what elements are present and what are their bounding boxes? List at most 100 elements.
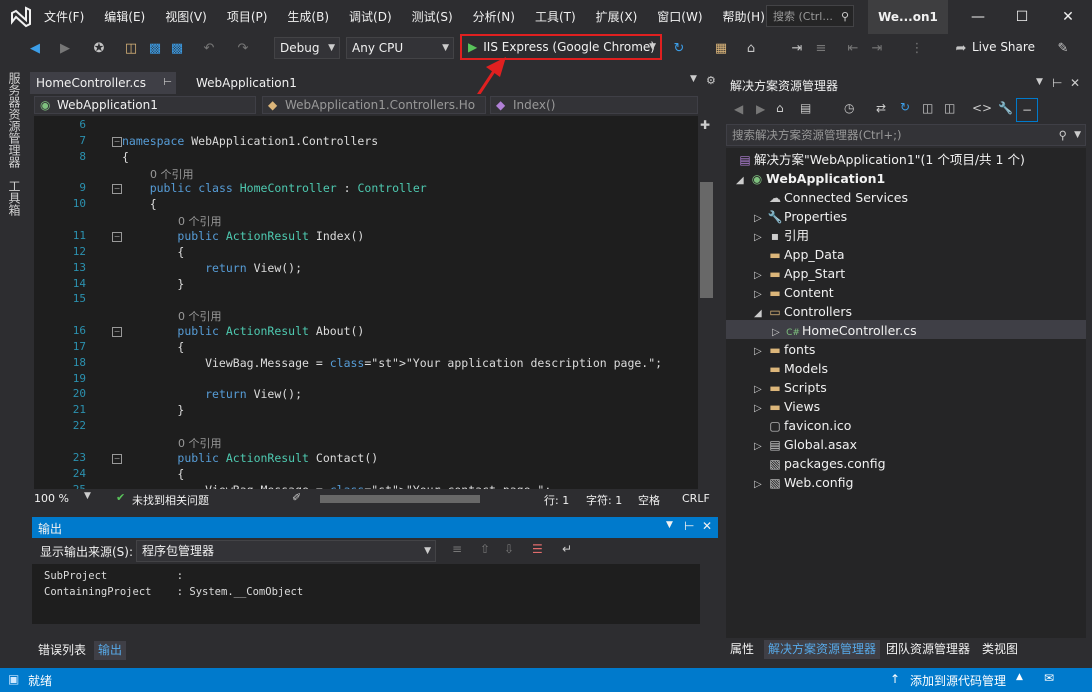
tree-item[interactable]: ▬ Models xyxy=(754,359,828,378)
code-line[interactable]: { xyxy=(122,197,157,211)
expand-icon[interactable]: ▷ xyxy=(754,475,766,494)
menu-item-4[interactable]: 生成(B) xyxy=(277,0,339,34)
codelens-references[interactable]: 0 个引用 xyxy=(150,166,194,182)
menu-item-9[interactable]: 扩展(X) xyxy=(586,0,648,34)
toolbox-tab[interactable]: 工具箱 xyxy=(6,180,23,216)
code-line[interactable]: { xyxy=(122,150,129,164)
code-line[interactable]: { xyxy=(122,340,184,354)
tab-output[interactable]: 输出 xyxy=(94,641,127,660)
collapse-all-icon[interactable]: ◫ xyxy=(922,101,933,115)
output-scrollbar[interactable] xyxy=(700,564,718,624)
forward-icon[interactable]: ▶ xyxy=(54,38,76,60)
menu-item-8[interactable]: 工具(T) xyxy=(525,0,586,34)
comment-icon[interactable]: ≡ xyxy=(810,38,832,60)
codelens-references[interactable]: 0 个引用 xyxy=(178,213,222,229)
solution-explorer-search[interactable]: 搜索解决方案资源管理器(Ctrl+;) ⚲ ▼ xyxy=(726,124,1086,146)
browser-link-icon[interactable]: ▦ xyxy=(710,38,732,60)
tree-item[interactable]: ☁ Connected Services xyxy=(754,188,908,207)
view-code-icon[interactable]: <> xyxy=(972,101,992,115)
project-node[interactable]: ◢ ◉ WebApplication1 xyxy=(736,169,885,188)
code-line[interactable]: { xyxy=(122,467,184,481)
gear-icon[interactable]: ⚙ xyxy=(706,74,716,87)
tree-item[interactable]: ▧ packages.config xyxy=(754,454,885,473)
code-line[interactable]: namespace WebApplication1.Controllers xyxy=(122,134,378,148)
menu-item-5[interactable]: 调试(D) xyxy=(339,0,402,34)
forward-icon[interactable]: ▶ xyxy=(756,102,765,116)
editor-horizontal-scroll-thumb[interactable] xyxy=(320,495,480,503)
add-to-source-control[interactable]: 添加到源代码管理 xyxy=(910,672,1006,689)
pending-changes-icon[interactable]: ◷ xyxy=(844,101,854,115)
code-line[interactable]: return View(); xyxy=(122,387,302,401)
new-project-icon[interactable]: ✪ xyxy=(88,38,110,60)
codelens-references[interactable]: 0 个引用 xyxy=(178,308,222,324)
outdent-icon[interactable]: ⇥ xyxy=(866,38,888,60)
notification-bell-icon[interactable]: ✉ xyxy=(1044,671,1054,685)
tree-item[interactable]: ▷ ▬ App_Start xyxy=(754,264,845,283)
split-icon[interactable]: ✚ xyxy=(700,118,710,132)
tab-properties[interactable]: 属性 xyxy=(726,640,758,659)
editor-vertical-scrollbar[interactable] xyxy=(698,116,716,489)
close-icon[interactable]: ✕ xyxy=(702,519,712,533)
tab-team-explorer[interactable]: 团队资源管理器 xyxy=(882,640,974,659)
code-line[interactable]: } xyxy=(122,403,184,417)
refresh-icon[interactable]: ↻ xyxy=(668,38,690,60)
refresh-icon[interactable]: ↻ xyxy=(900,100,910,114)
output-source-combo[interactable]: 程序包管理器 ▼ xyxy=(136,540,436,562)
save-all-icon[interactable]: ▩ xyxy=(166,38,188,60)
menu-item-0[interactable]: 文件(F) xyxy=(34,0,94,34)
sync-icon[interactable]: ⇄ xyxy=(876,101,886,115)
code-line[interactable]: { xyxy=(122,245,184,259)
tab-list-icon[interactable]: ▼ xyxy=(690,74,697,84)
menu-item-2[interactable]: 视图(V) xyxy=(155,0,217,34)
maximize-icon[interactable]: ☐ xyxy=(1000,0,1044,34)
collapse-icon[interactable]: − xyxy=(112,231,122,242)
back-icon[interactable]: ◀ xyxy=(24,38,46,60)
code-line[interactable]: public ActionResult Index() xyxy=(122,229,364,243)
nav-project-combo[interactable]: ◉ WebApplication1 xyxy=(34,96,256,114)
code-editor[interactable]: 6 7 namespace WebApplication1.Controllers −… xyxy=(34,116,698,489)
editor-scroll-thumb[interactable] xyxy=(700,182,713,298)
pin-icon[interactable]: ⊢ xyxy=(684,519,694,533)
code-line[interactable]: public ActionResult About() xyxy=(122,324,364,338)
open-folder-icon[interactable]: ◫ xyxy=(120,38,142,60)
search-input[interactable]: 搜索 (Ctrl... ⚲ xyxy=(766,5,854,27)
undo-icon[interactable]: ↶ xyxy=(198,38,220,60)
collapse-icon[interactable]: − xyxy=(112,327,122,338)
home-icon[interactable]: ⌂ xyxy=(740,38,762,60)
expand-icon[interactable]: ◢ xyxy=(754,304,766,323)
tree-item[interactable]: ▷ C# HomeController.cs xyxy=(772,321,917,340)
tab-homecontroller[interactable]: HomeController.cs ⊢ xyxy=(30,72,176,94)
tree-item[interactable]: ▷ ▬ Views xyxy=(754,397,820,416)
zoom-level[interactable]: 100 % xyxy=(34,492,69,505)
redo-icon[interactable]: ↷ xyxy=(232,38,254,60)
tab-class-view[interactable]: 类视图 xyxy=(978,640,1022,659)
tree-item[interactable]: ▷ 🔧 Properties xyxy=(754,207,847,226)
collapse-icon[interactable]: − xyxy=(112,453,122,464)
code-line[interactable]: return View(); xyxy=(122,261,302,275)
home-icon[interactable]: ⌂ xyxy=(776,101,784,115)
show-all-files-icon[interactable]: ◫ xyxy=(944,101,955,115)
prev-message-icon[interactable]: ⇧ xyxy=(480,542,490,556)
indent-icon[interactable]: ⇤ xyxy=(842,38,864,60)
collapse-icon[interactable]: − xyxy=(112,136,122,147)
clear-all-icon[interactable]: ☰ xyxy=(532,542,543,556)
codelens-references[interactable]: 0 个引用 xyxy=(178,435,222,451)
menu-item-10[interactable]: 窗口(W) xyxy=(647,0,712,34)
tree-item[interactable]: ▢ favicon.ico xyxy=(754,416,851,435)
tab-solution-explorer[interactable]: 解决方案资源管理器 xyxy=(764,640,881,659)
output-text-area[interactable]: SubProject : ContainingProject : System._… xyxy=(32,564,700,624)
code-line[interactable]: } xyxy=(122,277,184,291)
bookmark-icon[interactable]: ⋮ xyxy=(906,38,928,60)
word-wrap-icon[interactable]: ↵ xyxy=(562,542,572,556)
menu-item-7[interactable]: 分析(N) xyxy=(463,0,525,34)
tree-item[interactable]: ▷ ▤ Global.asax xyxy=(754,435,857,454)
nav-class-combo[interactable]: ◆ WebApplication1.Controllers.Ho xyxy=(262,96,486,114)
preview-icon[interactable]: − xyxy=(1016,98,1038,122)
chevron-down-icon[interactable]: ▼ xyxy=(84,491,91,501)
code-line[interactable]: public ActionResult Contact() xyxy=(122,451,378,465)
next-message-icon[interactable]: ⇩ xyxy=(504,542,514,556)
pin-icon[interactable]: ⊢ xyxy=(1052,76,1062,90)
live-share-button[interactable]: Live Share xyxy=(972,34,1035,60)
back-icon[interactable]: ◀ xyxy=(734,102,743,116)
tree-item[interactable]: ◢ ▭ Controllers xyxy=(754,302,852,321)
